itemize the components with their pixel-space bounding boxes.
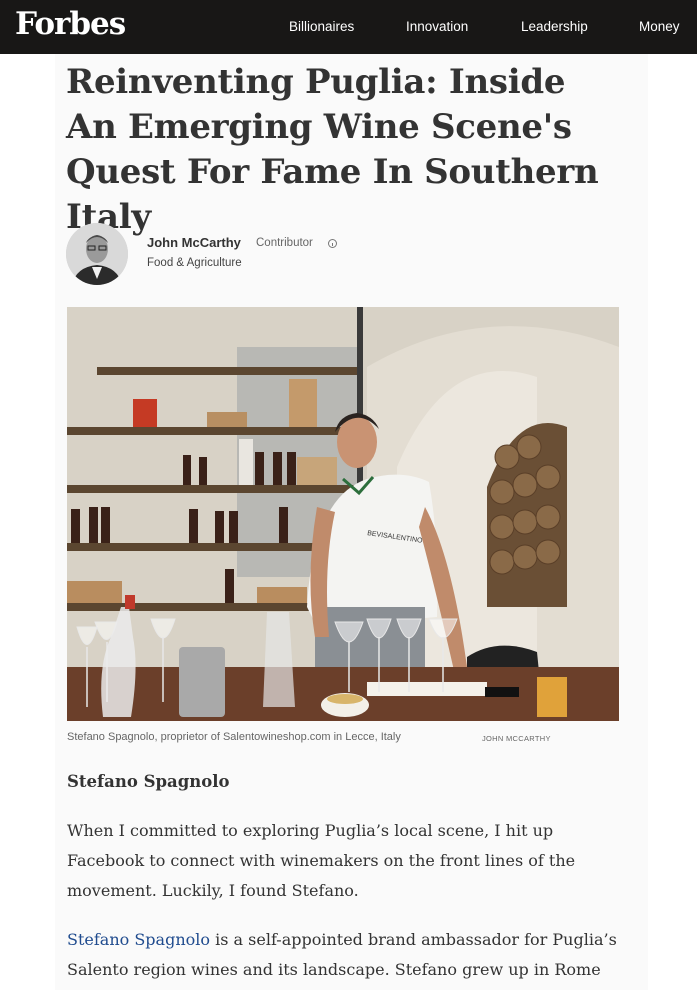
paragraph-2: Stefano Spagnolo is a self-appointed bra… (67, 925, 627, 990)
channel-link[interactable]: Food & Agriculture (147, 257, 242, 269)
photo-credit: JOHN MCCARTHY (482, 734, 551, 743)
article-photo: BEVISALENTINO (67, 307, 619, 721)
forbes-logo[interactable]: Forbes (15, 6, 126, 42)
nav-money[interactable]: Money (639, 0, 680, 54)
photo-caption: Stefano Spagnolo, proprietor of Salentow… (67, 731, 401, 743)
nav-leadership[interactable]: Leadership (521, 0, 588, 54)
nav-innovation[interactable]: Innovation (406, 0, 468, 54)
paragraph-1: When I committed to exploring Puglia’s l… (67, 821, 576, 900)
article-headline: Reinventing Puglia: Inside An Emerging W… (66, 62, 599, 237)
author-role: Contributor (256, 237, 313, 249)
section-subhead: Stefano Spagnolo (67, 772, 230, 791)
author-avatar[interactable] (66, 223, 128, 285)
nav-billionaires[interactable]: Billionaires (289, 0, 354, 54)
stefano-spagnolo-link[interactable]: Stefano Spagnolo (67, 930, 210, 949)
info-icon[interactable] (328, 239, 337, 248)
top-nav-bar: Forbes Billionaires Innovation Leadershi… (0, 0, 697, 54)
author-name[interactable]: John McCarthy (147, 235, 241, 250)
